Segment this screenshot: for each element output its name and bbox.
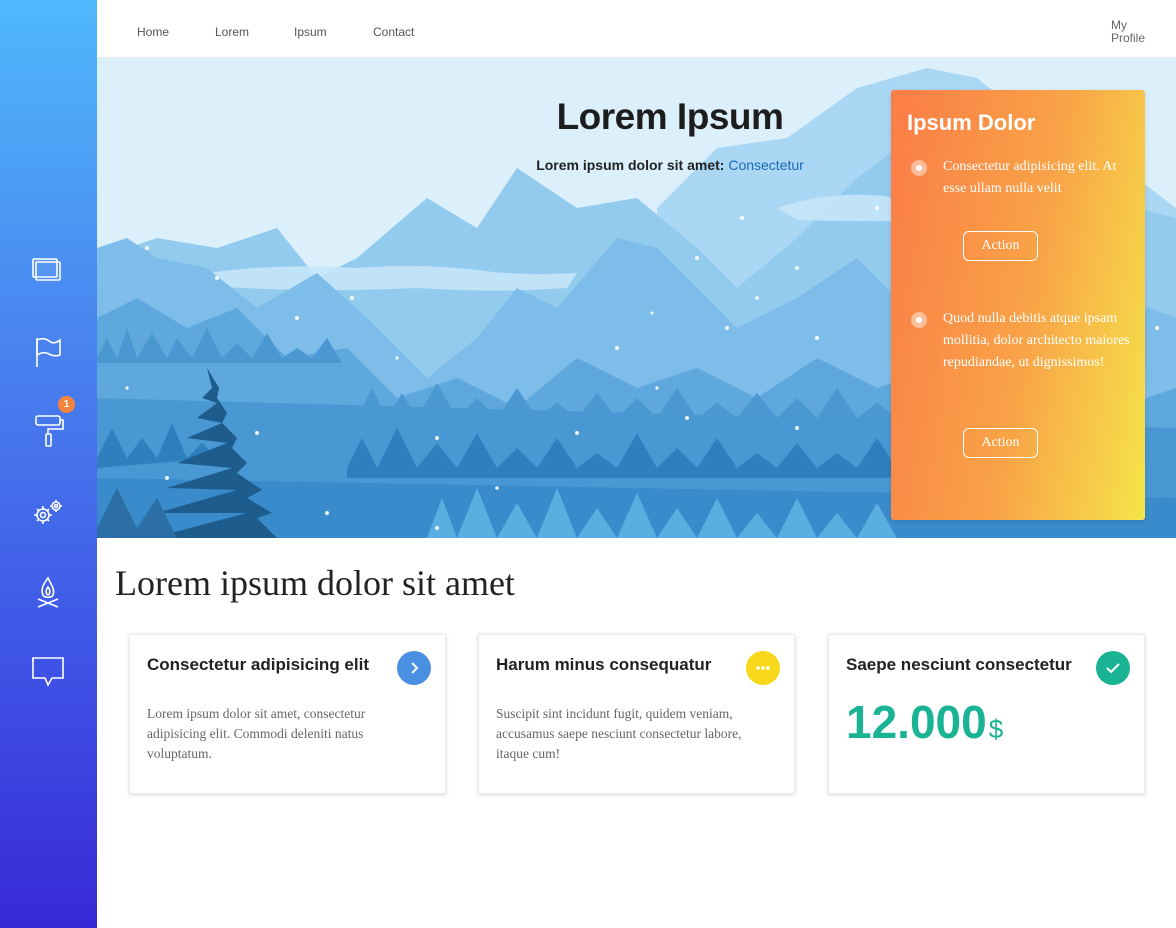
card-text: Suscipit sint incidunt fugit, quidem ven… [496,706,742,761]
radio-bullet-icon [911,312,927,328]
top-navbar: Home Lorem Ipsum Contact My Profile [97,0,1176,58]
nav-home[interactable]: Home [137,25,169,39]
card-title: Consectetur adipisicing elit [147,655,369,674]
panel-item-text: Quod nulla debitis atque ipsam mollitia,… [943,311,1130,370]
check-icon[interactable] [1096,651,1130,685]
flag-icon[interactable] [30,334,66,370]
gears-icon[interactable] [30,494,66,530]
radio-bullet-icon [911,160,927,176]
paint-roller-icon[interactable] [30,412,66,448]
nav-lorem[interactable]: Lorem [215,25,249,39]
info-card: Saepe nesciunt consectetur 12.000$ [828,634,1145,794]
hero-subtitle-link[interactable]: Consectetur [728,157,803,173]
panel-item-text: Consectetur adipisicing elit. At esse ul… [943,159,1117,196]
card-amount: 12.000$ [846,695,1003,749]
info-card: Consectetur adipisicing elit Lorem ipsum… [129,634,446,794]
ipsum-dolor-panel: Ipsum Dolor Consectetur adipisicing elit… [891,90,1145,520]
card-title: Harum minus consequatur [496,655,712,674]
action-button[interactable]: Action [963,428,1038,458]
nav-contact[interactable]: Contact [373,25,414,39]
windows-icon[interactable] [30,254,66,290]
nav-ipsum[interactable]: Ipsum [294,25,327,39]
section-title: Lorem ipsum dolor sit amet [115,563,515,603]
chevron-right-icon[interactable] [397,651,431,685]
notification-badge: 1 [58,396,75,413]
more-dots-icon[interactable] [746,651,780,685]
amount-value: 12.000 [846,696,987,748]
hero-subtitle-prefix: Lorem ipsum dolor sit amet: [536,157,725,173]
presentation-icon[interactable] [30,654,66,690]
currency-symbol: $ [988,714,1004,744]
campfire-icon[interactable] [30,574,66,610]
info-card: Harum minus consequatur Suscipit sint in… [478,634,795,794]
sidebar: 1 [0,0,97,928]
card-text: Lorem ipsum dolor sit amet, consectetur … [147,706,366,761]
my-profile-link[interactable]: My Profile [1111,19,1151,45]
action-button[interactable]: Action [963,231,1038,261]
panel-title: Ipsum Dolor [907,110,1036,135]
card-title: Saepe nesciunt consectetur [846,655,1072,674]
